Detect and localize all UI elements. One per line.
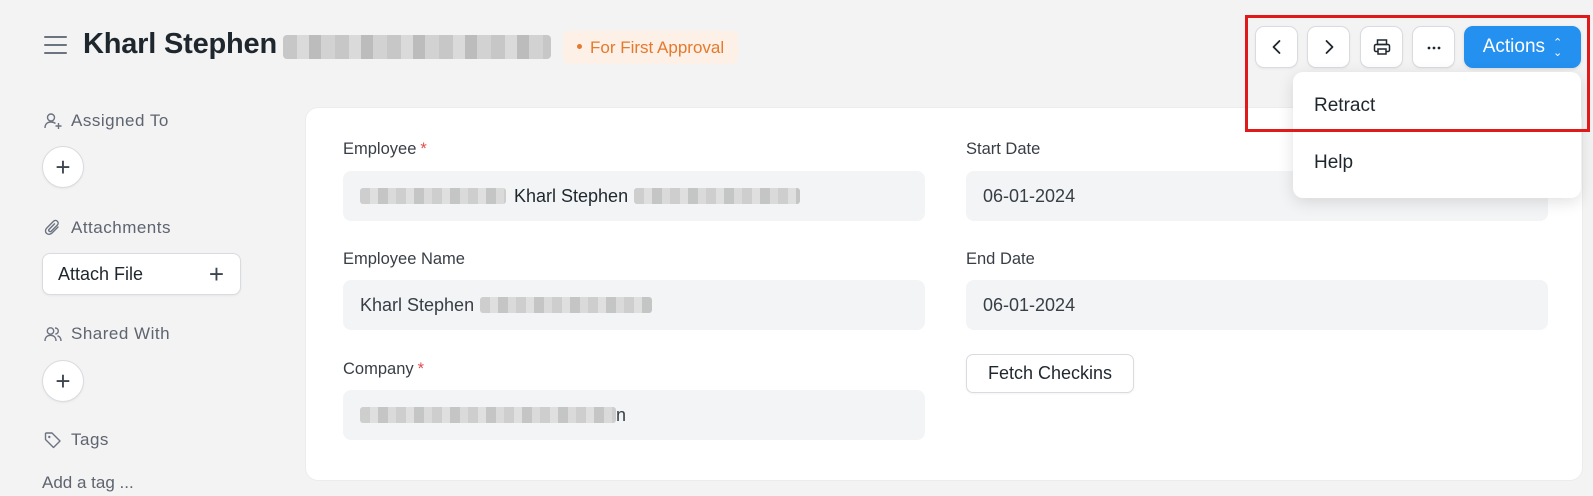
tags-text: Tags [71, 430, 109, 449]
redacted-title-text [283, 35, 551, 59]
add-tag-link[interactable]: Add a tag ... [42, 473, 134, 493]
employee-field[interactable]: Kharl Stephen [343, 171, 925, 221]
status-dot-icon [577, 44, 582, 50]
redacted-text [480, 297, 653, 313]
plus-icon: + [55, 365, 71, 396]
actions-button[interactable]: Actions ⌃ ⌃ [1464, 26, 1581, 68]
attach-file-button[interactable]: Attach File + [42, 253, 241, 295]
chevron-right-icon [1325, 40, 1333, 54]
paperclip-icon [44, 219, 59, 236]
menu-item-help[interactable]: Help [1314, 152, 1353, 174]
redacted-text [360, 188, 506, 204]
next-button[interactable] [1307, 26, 1350, 68]
employee-label: Employee * [343, 140, 427, 159]
add-share-button[interactable]: + [42, 360, 84, 402]
shared-with-text: Shared With [71, 324, 171, 343]
shared-with-label: Shared With [43, 324, 170, 344]
ellipsis-icon [1427, 46, 1440, 50]
add-assignee-button[interactable]: + [42, 146, 84, 188]
start-date-value: 06-01-2024 [983, 185, 1076, 206]
printer-icon [1373, 39, 1390, 55]
start-date-label: Start Date [966, 140, 1041, 158]
add-user-icon [44, 113, 62, 129]
plus-icon: + [208, 258, 224, 289]
more-options-button[interactable] [1412, 26, 1455, 68]
status-badge: For First Approval [563, 31, 739, 64]
end-date-field[interactable]: 06-01-2024 [966, 280, 1548, 330]
company-field[interactable]: n [343, 390, 925, 440]
tag-icon [44, 432, 61, 449]
page-title: Kharl Stephen [83, 28, 277, 60]
previous-button[interactable] [1255, 26, 1298, 68]
chevron-left-icon [1272, 40, 1280, 54]
tags-label: Tags [43, 430, 109, 450]
end-date-label: End Date [966, 250, 1035, 268]
assigned-to-text: Assigned To [71, 111, 169, 130]
company-value: n [616, 404, 627, 425]
redacted-text [634, 188, 801, 204]
employee-value: Kharl Stephen [514, 185, 629, 206]
company-label-text: Company [343, 360, 414, 378]
users-icon [44, 327, 62, 342]
page: Kharl Stephen For First Approval Actions… [0, 0, 1593, 496]
company-label: Company * [343, 360, 424, 379]
print-button[interactable] [1360, 26, 1403, 68]
employee-name-value: Kharl Stephen [360, 294, 475, 315]
employee-label-text: Employee [343, 140, 417, 158]
assigned-to-label: Assigned To [43, 111, 169, 131]
attachments-label: Attachments [43, 218, 171, 238]
actions-label: Actions [1482, 36, 1546, 57]
required-asterisk: * [420, 140, 427, 158]
end-date-value: 06-01-2024 [983, 294, 1076, 315]
employee-name-field[interactable]: Kharl Stephen [343, 280, 925, 330]
sidebar-toggle-icon[interactable] [44, 36, 67, 56]
status-text: For First Approval [590, 38, 725, 57]
employee-name-label: Employee Name [343, 250, 465, 268]
required-asterisk: * [417, 360, 425, 378]
redacted-text [360, 407, 616, 423]
fetch-checkins-button[interactable]: Fetch Checkins [966, 354, 1134, 393]
attachments-text: Attachments [71, 218, 171, 237]
updown-chevron-icon: ⌃ ⌃ [1553, 37, 1563, 58]
plus-icon: + [55, 151, 71, 182]
menu-item-retract[interactable]: Retract [1314, 95, 1375, 117]
actions-dropdown-menu: Retract Help [1293, 72, 1581, 198]
attach-file-label: Attach File [58, 263, 144, 284]
